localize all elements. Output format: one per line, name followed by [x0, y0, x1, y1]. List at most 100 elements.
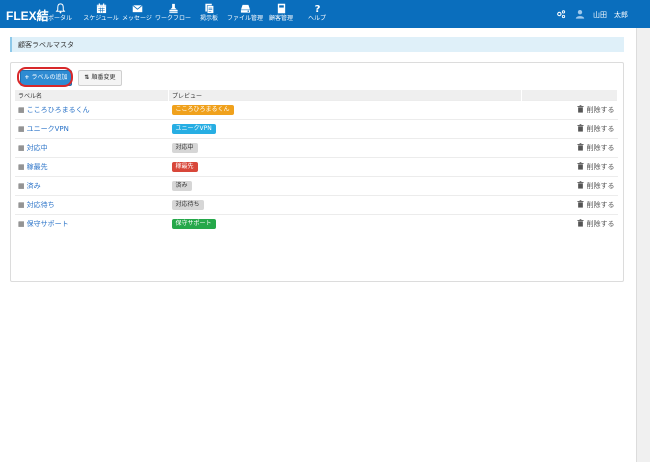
delete-link[interactable]: 削除する — [577, 143, 615, 153]
trash-icon — [577, 181, 584, 191]
label-name-link[interactable]: ▦ こころひろまるくん — [18, 106, 90, 114]
delete-link[interactable]: 削除する — [577, 219, 615, 229]
table-row: ▦ 稼最先 稼最先 削除する — [15, 157, 618, 177]
drive-icon — [240, 4, 250, 13]
trash-icon — [577, 200, 584, 210]
sort-icon: ⇅ — [84, 74, 92, 81]
label-table: ラベル名 プレビュー ▦ こころひろまるくん こころひろまるくん 削除する ▦ ユニーク… — [15, 90, 618, 233]
label-master-panel: + ラベルの追加 ⇅ 順番変更 ラベル名 プレビュー ▦ こころひろまるくん こころ… — [10, 62, 624, 282]
label-name-link[interactable]: ▦ 対応待ち — [18, 201, 55, 209]
board-icon — [204, 3, 214, 14]
main-content: 顧客ラベルマスタ + ラベルの追加 ⇅ 順番変更 ラベル名 プレビュー ▦ こころ… — [0, 28, 636, 462]
table-row: ▦ 対応待ち 対応待ち 削除する — [15, 195, 618, 215]
document-icon: ▦ — [18, 163, 25, 171]
preview-cell: 対応待ち — [168, 195, 522, 215]
nav-label: ポータル — [47, 15, 72, 22]
delete-text: 削除する — [586, 182, 615, 190]
nav-workflow[interactable]: ワークフロー — [153, 3, 193, 23]
label-name-link[interactable]: ▦ 対応中 — [18, 144, 48, 152]
label-name-text: ユニークVPN — [26, 125, 69, 133]
delete-link[interactable]: 削除する — [577, 181, 615, 191]
label-name-text: こころひろまるくん — [26, 106, 90, 114]
nav-portal[interactable]: ポータル — [40, 3, 80, 23]
trash-icon — [577, 105, 584, 115]
nav-customer-management[interactable]: 顧客管理 — [261, 3, 301, 23]
label-name-cell: ▦ 済み — [15, 176, 169, 196]
label-name-text: 稼最先 — [26, 163, 48, 171]
label-preview-badge: 済み — [171, 181, 192, 191]
label-name-link[interactable]: ▦ 稼最先 — [18, 163, 48, 171]
table-row: ▦ 対応中 対応中 削除する — [15, 138, 618, 158]
document-icon: ▦ — [18, 106, 25, 114]
settings-icon[interactable] — [556, 9, 566, 21]
book-icon — [277, 3, 285, 14]
trash-icon — [577, 162, 584, 172]
delete-cell: 削除する — [521, 119, 618, 139]
delete-text: 削除する — [586, 163, 615, 171]
page-scrollbar[interactable] — [636, 28, 650, 462]
delete-text: 削除する — [586, 220, 615, 228]
highlight-circle — [17, 67, 73, 87]
label-preview-badge: ユニークVPN — [171, 124, 216, 134]
delete-link[interactable]: 削除する — [577, 105, 615, 115]
svg-text:?: ? — [314, 4, 320, 14]
label-name-text: 対応中 — [26, 144, 48, 152]
trash-icon — [577, 143, 584, 153]
label-name-cell: ▦ 稼最先 — [15, 157, 169, 177]
nav-label: スケジュール — [83, 15, 119, 22]
preview-cell: 保守サポート — [168, 214, 522, 233]
change-order-text: 順番変更 — [91, 74, 116, 81]
nav-schedule[interactable]: スケジュール — [81, 3, 121, 23]
nav-label: ヘルプ — [307, 15, 326, 22]
delete-text: 削除する — [586, 106, 615, 114]
delete-cell: 削除する — [521, 157, 618, 177]
nav-board[interactable]: 掲示板 — [189, 3, 229, 23]
label-preview-badge: 稼最先 — [171, 162, 198, 172]
nav-label: 顧客管理 — [268, 15, 293, 22]
document-icon: ▦ — [18, 201, 25, 209]
label-preview-badge: こころひろまるくん — [171, 105, 234, 115]
label-name-cell: ▦ ユニークVPN — [15, 119, 169, 139]
stamp-icon — [168, 3, 178, 14]
calendar-icon — [96, 3, 106, 14]
nav-help[interactable]: ? ヘルプ — [297, 3, 337, 23]
table-row: ▦ 済み 済み 削除する — [15, 176, 618, 196]
table-row: ▦ 保守サポート 保守サポート 削除する — [15, 214, 618, 233]
envelope-icon — [131, 4, 143, 13]
top-navbar: FLEX結 ポータル スケジュール メッセージ ワークフロー 掲示板 ファイル管… — [0, 0, 650, 28]
label-preview-badge: 保守サポート — [171, 219, 216, 229]
trash-icon — [577, 219, 584, 229]
label-preview-badge: 対応待ち — [171, 200, 204, 210]
delete-text: 削除する — [586, 144, 615, 152]
page-title: 顧客ラベルマスタ — [18, 41, 74, 49]
label-name-cell: ▦ 対応待ち — [15, 195, 169, 215]
delete-link[interactable]: 削除する — [577, 124, 615, 133]
user-icon[interactable] — [575, 9, 585, 21]
label-name-link[interactable]: ▦ 保守サポート — [18, 220, 69, 228]
document-icon: ▦ — [18, 125, 25, 133]
page-title-bar: 顧客ラベルマスタ — [10, 37, 624, 52]
bell-icon — [55, 3, 65, 14]
label-name-cell: ▦ こころひろまるくん — [15, 100, 169, 120]
document-icon: ▦ — [18, 144, 25, 152]
nav-label: メッセージ — [122, 15, 152, 22]
user-name[interactable]: 山田 太郎 — [593, 10, 628, 20]
delete-cell: 削除する — [521, 195, 618, 215]
delete-link[interactable]: 削除する — [577, 162, 615, 172]
nav-user-area: 山田 太郎 — [556, 9, 628, 21]
preview-cell: 済み — [168, 176, 522, 196]
nav-file-management[interactable]: ファイル管理 — [225, 3, 265, 23]
nav-message[interactable]: メッセージ — [117, 3, 157, 23]
preview-cell: こころひろまるくん — [168, 100, 522, 120]
label-name-link[interactable]: ▦ ユニークVPN — [18, 125, 69, 133]
label-name-cell: ▦ 対応中 — [15, 138, 169, 158]
delete-link[interactable]: 削除する — [577, 200, 615, 210]
label-name-cell: ▦ 保守サポート — [15, 214, 169, 233]
column-header-label-name: ラベル名 — [15, 90, 169, 101]
delete-cell: 削除する — [521, 100, 618, 120]
table-row: ▦ こころひろまるくん こころひろまるくん 削除する — [15, 100, 618, 120]
label-preview-badge: 対応中 — [171, 143, 198, 153]
delete-text: 削除する — [586, 201, 615, 209]
change-order-button[interactable]: ⇅ 順番変更 — [78, 70, 122, 86]
label-name-link[interactable]: ▦ 済み — [18, 182, 41, 190]
